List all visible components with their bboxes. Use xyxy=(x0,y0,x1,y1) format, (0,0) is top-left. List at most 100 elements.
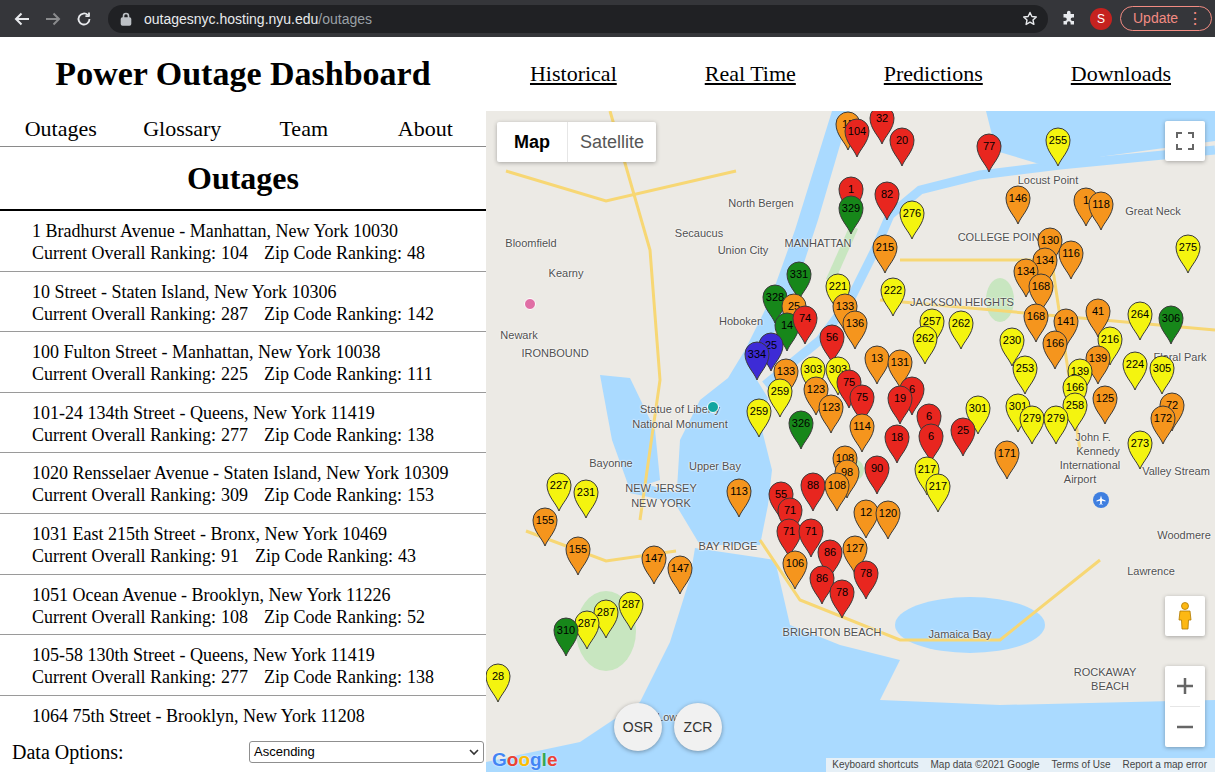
museum-marker-icon[interactable] xyxy=(524,298,536,310)
map-footer-link[interactable]: Report a map error xyxy=(1123,758,1207,772)
update-button[interactable]: Update ⋮ xyxy=(1120,6,1212,31)
map-pin[interactable]: 78 xyxy=(829,579,855,619)
map-pin[interactable]: 171 xyxy=(994,440,1020,480)
map-pin[interactable]: 125 xyxy=(1092,385,1118,425)
map-pin[interactable]: 310 xyxy=(553,617,579,657)
map-pin[interactable]: 264 xyxy=(1127,301,1153,341)
map-pin[interactable]: 25 xyxy=(950,417,976,457)
map-pin[interactable]: 13 xyxy=(864,345,890,385)
map-pin[interactable]: 305 xyxy=(1149,355,1175,395)
map-pin[interactable]: 262 xyxy=(912,325,938,365)
map-pin[interactable]: 18 xyxy=(884,424,910,464)
map-pin[interactable]: 118 xyxy=(1088,191,1114,231)
nav-link[interactable]: Real Time xyxy=(705,63,796,85)
map-pin[interactable]: 77 xyxy=(976,133,1002,173)
map-pin[interactable]: 74 xyxy=(792,305,818,345)
map-pin[interactable]: 172 xyxy=(1150,405,1176,445)
map-pin[interactable]: 306 xyxy=(1158,305,1184,345)
map[interactable]: BloomfieldNorth BergenSecaucusUnion City… xyxy=(486,111,1215,772)
map-pin[interactable]: 88 xyxy=(800,472,826,512)
map-pin[interactable]: 155 xyxy=(565,536,591,576)
map-pin[interactable]: 155 xyxy=(532,507,558,547)
map-pin[interactable]: 113 xyxy=(726,478,752,518)
map-pin[interactable]: 279 xyxy=(1043,405,1069,445)
monument-marker-icon[interactable] xyxy=(707,401,719,413)
map-pin[interactable]: 104 xyxy=(844,118,870,158)
map-pin[interactable]: 108 xyxy=(824,472,850,512)
star-icon[interactable] xyxy=(1022,11,1038,27)
map-pin[interactable]: 28 xyxy=(486,663,511,703)
airport-icon[interactable] xyxy=(1093,492,1109,508)
map-pin[interactable]: 276 xyxy=(899,200,925,240)
map-pin[interactable]: 147 xyxy=(667,555,693,595)
outage-item[interactable]: 105-58 130th Street - Queens, New York 1… xyxy=(0,635,486,696)
map-pin[interactable]: 326 xyxy=(788,410,814,450)
map-type-button[interactable]: Map xyxy=(497,122,567,162)
map-pin[interactable]: 227 xyxy=(546,472,572,512)
map-type-button[interactable]: Satellite xyxy=(567,122,656,162)
map-pin[interactable]: 19 xyxy=(887,385,913,425)
map-footer-link[interactable]: Terms of Use xyxy=(1052,758,1111,772)
menu-icon[interactable]: ⋮ xyxy=(1187,11,1203,27)
outage-item[interactable]: 10 Street - Staten Island, New York 1030… xyxy=(0,272,486,333)
map-pin[interactable]: 78 xyxy=(853,560,879,600)
map-pin[interactable]: 106 xyxy=(782,550,808,590)
address-bar[interactable]: outagesnyc.hosting.nyu.edu/outages xyxy=(108,5,1048,33)
map-pin[interactable]: 120 xyxy=(875,500,901,540)
map-pin[interactable]: 253 xyxy=(1012,355,1038,395)
extensions-puzzle-icon[interactable] xyxy=(1060,10,1078,28)
map-pin[interactable]: 116 xyxy=(1058,240,1084,280)
ranking-toggle-button[interactable]: ZCR xyxy=(674,703,722,751)
map-pin[interactable]: 146 xyxy=(1005,185,1031,225)
nav-link[interactable]: Predictions xyxy=(884,63,983,85)
zoom-in-button[interactable] xyxy=(1165,666,1205,706)
map-pin[interactable]: 166 xyxy=(1042,330,1068,370)
outage-item[interactable]: 1031 East 215th Street - Bronx, New York… xyxy=(0,514,486,575)
subnav-link[interactable]: Team xyxy=(243,118,365,140)
map-pin[interactable]: 217 xyxy=(925,473,951,513)
map-pin[interactable]: 329 xyxy=(838,195,864,235)
map-pin[interactable]: 90 xyxy=(864,455,890,495)
map-pin[interactable]: 215 xyxy=(872,234,898,274)
map-pin[interactable]: 279 xyxy=(1019,405,1045,445)
map-footer-link[interactable]: Map data ©2021 Google xyxy=(930,758,1039,772)
back-button[interactable] xyxy=(8,5,36,33)
subnav-link[interactable]: About xyxy=(365,118,487,140)
map-pin[interactable]: 334 xyxy=(744,341,770,381)
subnav-link[interactable]: Outages xyxy=(0,118,122,140)
map-pin[interactable]: 136 xyxy=(842,310,868,350)
map-pin[interactable]: 287 xyxy=(618,591,644,631)
map-pin[interactable]: 114 xyxy=(849,413,875,453)
forward-button[interactable] xyxy=(39,5,67,33)
subnav-link[interactable]: Glossary xyxy=(122,118,244,140)
outage-item[interactable]: 100 Fulton Street - Manhattan, New York … xyxy=(0,332,486,393)
map-pin[interactable]: 262 xyxy=(948,310,974,350)
map-pin[interactable]: 6 xyxy=(918,423,944,463)
ranking-toggle-button[interactable]: OSR xyxy=(614,703,662,751)
map-pin[interactable]: 255 xyxy=(1045,127,1071,167)
map-pin[interactable]: 275 xyxy=(1175,234,1201,274)
fullscreen-button[interactable] xyxy=(1165,121,1205,161)
street-view-button[interactable] xyxy=(1165,596,1205,636)
map-footer-link[interactable]: Keyboard shortcuts xyxy=(832,758,918,772)
reload-button[interactable] xyxy=(70,5,98,33)
map-pin[interactable]: 12 xyxy=(853,499,879,539)
outage-item[interactable]: 1 Bradhurst Avenue - Manhattan, New York… xyxy=(0,211,486,272)
map-pin[interactable]: 123 xyxy=(818,394,844,434)
map-pin[interactable]: 273 xyxy=(1127,430,1153,470)
profile-avatar[interactable]: S xyxy=(1090,8,1112,30)
map-pin[interactable]: 222 xyxy=(880,277,906,317)
map-pin[interactable]: 224 xyxy=(1122,351,1148,391)
nav-link[interactable]: Downloads xyxy=(1071,63,1171,85)
nav-link[interactable]: Historical xyxy=(530,63,617,85)
map-pin[interactable]: 147 xyxy=(641,545,667,585)
map-pin[interactable]: 231 xyxy=(573,479,599,519)
map-pin[interactable]: 82 xyxy=(874,181,900,221)
zoom-out-button[interactable] xyxy=(1165,707,1205,747)
map-pin[interactable]: 259 xyxy=(746,398,772,438)
map-pin[interactable]: 20 xyxy=(889,127,915,167)
outage-item[interactable]: 101-24 134th Street - Queens, New York 1… xyxy=(0,393,486,454)
sort-select[interactable]: Ascending xyxy=(249,741,484,763)
outage-item[interactable]: 1051 Ocean Avenue - Brooklyn, New York 1… xyxy=(0,575,486,636)
outage-item[interactable]: 1020 Rensselaer Avenue - Staten Island, … xyxy=(0,453,486,514)
